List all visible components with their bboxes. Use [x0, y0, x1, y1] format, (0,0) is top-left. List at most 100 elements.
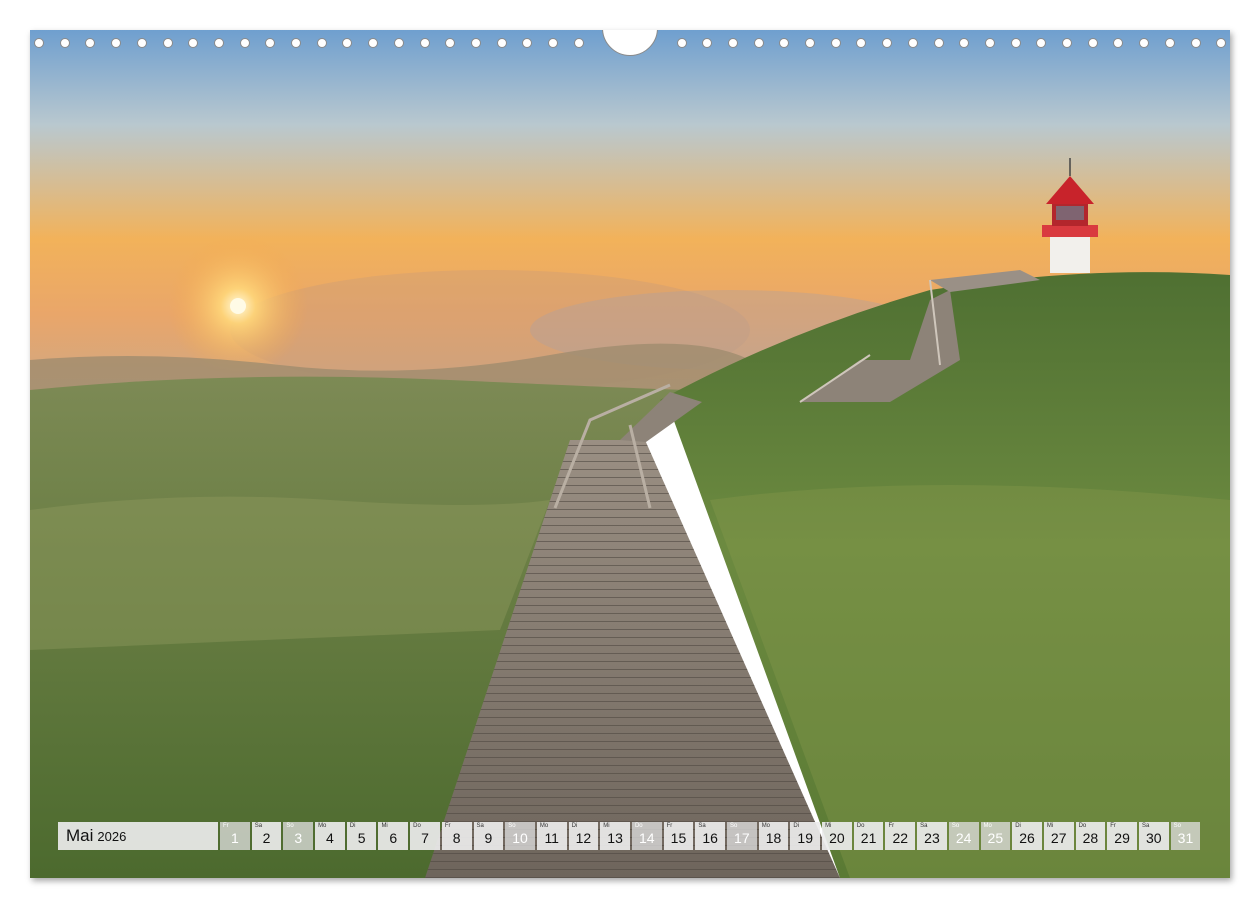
- weekday-abbrev: Di: [571, 823, 578, 829]
- binding-hole: [316, 38, 327, 48]
- month-name: Mai: [66, 826, 94, 845]
- weekday-abbrev: Sa: [254, 823, 263, 829]
- binding-hole: [239, 38, 250, 48]
- binding-hole: [1113, 38, 1124, 48]
- day-number: 19: [797, 830, 813, 846]
- binding-hole: [419, 38, 430, 48]
- weekday-abbrev: Fr: [888, 823, 895, 829]
- binding-hole: [1190, 38, 1201, 48]
- day-cell: So 3: [283, 822, 314, 850]
- weekday-abbrev: Do: [634, 823, 643, 829]
- weekday-abbrev: Mi: [603, 823, 610, 829]
- day-cell: Sa 16: [695, 822, 725, 850]
- weekday-abbrev: Mo: [983, 823, 992, 829]
- binding-hole: [213, 38, 224, 48]
- binding-hole: [959, 38, 970, 48]
- weekday-abbrev: Fr: [666, 823, 673, 829]
- binding-hole: [265, 38, 276, 48]
- day-number: 23: [924, 830, 940, 846]
- calendar-strip: Mai 2026 Fr 1 Sa 2 So 3 Mo 4 Di 5 Mi 6 Do 7 Fr 8 Sa 9 So 10…: [58, 822, 1201, 850]
- weekday-abbrev: Mi: [1046, 823, 1054, 829]
- day-cell: Fr 1: [220, 822, 250, 850]
- day-number: 31: [1177, 830, 1194, 846]
- day-cell: Di 12: [568, 822, 599, 850]
- hanger-notch: [602, 30, 658, 56]
- binding-hole: [830, 38, 841, 48]
- weekday-abbrev: Mo: [539, 823, 549, 829]
- weekday-abbrev: Mi: [825, 823, 832, 829]
- binding-hole: [907, 38, 918, 48]
- day-number: 30: [1145, 830, 1162, 846]
- binding-hole: [805, 38, 815, 48]
- binding-hole: [522, 38, 533, 48]
- binding-hole: [496, 38, 507, 48]
- weekday-abbrev: Mo: [761, 823, 771, 829]
- binding-hole: [1216, 38, 1227, 48]
- binding-hole: [393, 38, 404, 48]
- day-number: 24: [955, 830, 972, 846]
- binding-hole: [702, 38, 713, 48]
- weekday-abbrev: Di: [1015, 823, 1021, 829]
- day-cell: Mi 20: [822, 822, 852, 850]
- day-cell: Fr 22: [885, 822, 916, 850]
- weekday-abbrev: So: [951, 823, 960, 829]
- day-number: 17: [734, 830, 750, 846]
- day-cell: Mo 18: [758, 822, 789, 850]
- binding-hole: [779, 38, 790, 48]
- day-number: 9: [484, 830, 493, 846]
- day-cell: Sa 9: [473, 822, 504, 850]
- day-cell: Mo 4: [315, 822, 345, 850]
- day-number: 18: [765, 830, 782, 846]
- weekday-abbrev: Fr: [223, 823, 229, 829]
- landscape-photo: [30, 30, 1230, 878]
- day-cell: Fr 29: [1107, 822, 1137, 850]
- binding-hole: [1036, 38, 1047, 48]
- binding-hole: [1164, 38, 1175, 48]
- binding-hole: [59, 38, 70, 48]
- day-number: 3: [294, 830, 303, 846]
- day-number: 14: [638, 830, 655, 846]
- binding-hole: [368, 38, 379, 48]
- binding-hole: [445, 38, 456, 48]
- day-cell: Mo 11: [536, 822, 567, 850]
- binding-hole: [856, 38, 867, 48]
- day-number: 21: [860, 830, 877, 846]
- binding-hole: [470, 38, 481, 48]
- day-number: 26: [1019, 830, 1035, 846]
- day-cell: Fr 8: [441, 822, 472, 850]
- day-number: 11: [544, 830, 559, 846]
- weekday-abbrev: So: [1173, 823, 1181, 829]
- weekday-abbrev: Sa: [476, 823, 484, 829]
- spiral-binding: [30, 30, 1230, 58]
- weekday-abbrev: Fr: [1110, 823, 1116, 829]
- day-number: 1: [230, 830, 239, 846]
- day-cell: Mi 6: [378, 822, 409, 850]
- binding-hole: [1139, 38, 1150, 48]
- day-cell: Sa 30: [1138, 822, 1169, 850]
- month-year: 2026: [97, 828, 127, 844]
- binding-hole: [188, 38, 199, 48]
- day-number: 20: [829, 830, 845, 846]
- calendar-page: Mai 2026 Fr 1 Sa 2 So 3 Mo 4 Di 5 Mi 6 Do 7 Fr 8 Sa 9 So 10…: [30, 30, 1230, 878]
- weekday-abbrev: Do: [1078, 823, 1087, 829]
- binding-hole: [548, 38, 558, 48]
- day-cell: Mi 27: [1043, 822, 1074, 850]
- day-number: 22: [892, 830, 909, 846]
- day-cell: Do 28: [1075, 822, 1106, 850]
- day-number: 27: [1050, 830, 1067, 846]
- day-number: 28: [1082, 830, 1099, 846]
- day-number: 2: [262, 830, 271, 846]
- month-label: Mai 2026: [58, 822, 218, 850]
- binding-hole: [291, 38, 301, 48]
- weekday-abbrev: Di: [793, 823, 800, 829]
- binding-hole: [984, 38, 995, 48]
- day-cell: So 10: [505, 822, 535, 850]
- weekday-abbrev: Mi: [381, 823, 388, 829]
- weekday-abbrev: So: [508, 823, 516, 829]
- binding-hole: [933, 38, 944, 48]
- day-number: 29: [1114, 830, 1130, 846]
- weekday-abbrev: Sa: [698, 823, 706, 829]
- weekday-abbrev: So: [286, 823, 294, 829]
- binding-hole: [1062, 38, 1072, 48]
- weekday-abbrev: Do: [856, 823, 865, 829]
